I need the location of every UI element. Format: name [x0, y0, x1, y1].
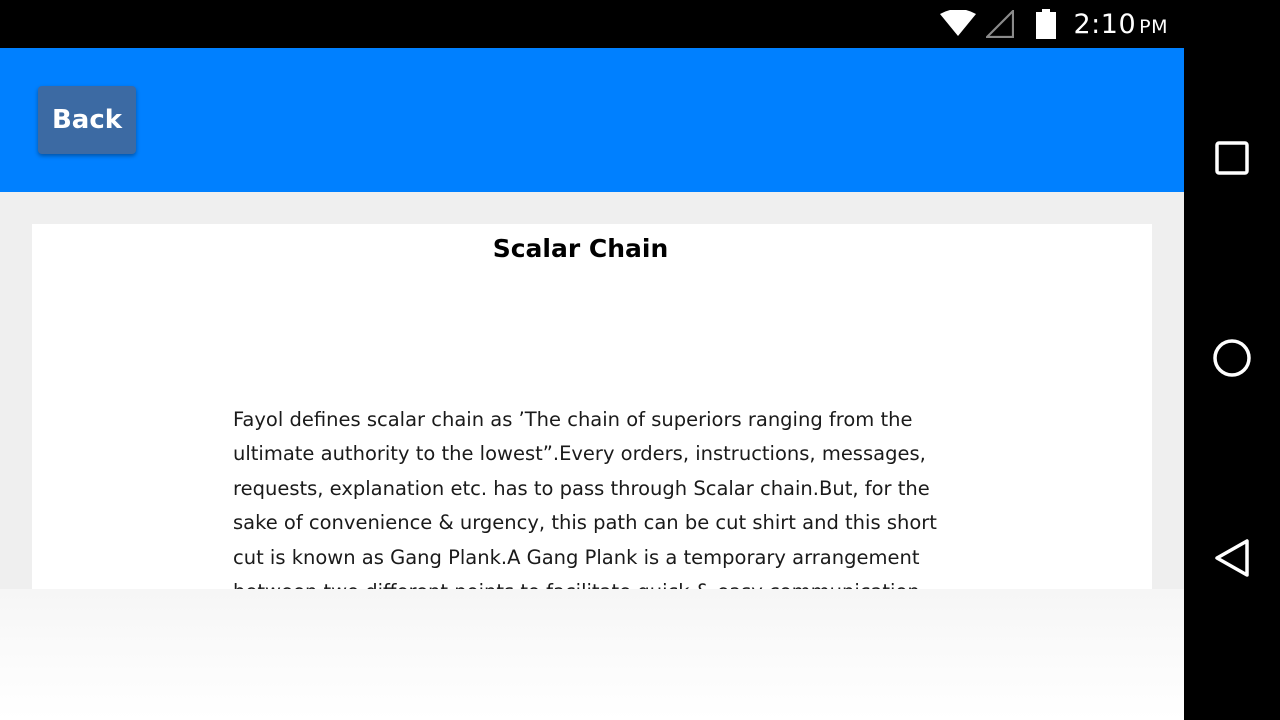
recents-icon: [1215, 140, 1249, 180]
app-toolbar: Back: [0, 48, 1184, 192]
battery-icon: [1035, 9, 1056, 39]
document-title: Scalar Chain: [492, 234, 669, 263]
blank-area: [0, 589, 1184, 720]
wifi-icon: [939, 10, 976, 38]
status-bar: 2:10 PM: [0, 0, 1184, 48]
status-icons: 2:10 PM: [939, 0, 1169, 48]
back-button[interactable]: Back: [38, 86, 136, 154]
recents-button[interactable]: [1208, 136, 1256, 184]
home-icon: [1212, 338, 1252, 383]
system-nav-bar: [1184, 0, 1280, 720]
app-screen: Back Scalar Chain Fayol defines scalar c…: [0, 48, 1184, 720]
nav-back-button[interactable]: [1208, 536, 1256, 584]
clock-ampm: PM: [1139, 15, 1168, 38]
home-button[interactable]: [1208, 336, 1256, 384]
clock-time: 2:10: [1073, 8, 1137, 40]
cellular-signal-icon: [985, 10, 1014, 38]
clock: 2:10 PM: [1074, 9, 1169, 40]
document-page[interactable]: Scalar Chain Fayol defines scalar chain …: [32, 224, 1152, 589]
document-body: Fayol defines scalar chain as ’The chain…: [233, 408, 937, 589]
back-triangle-icon: [1214, 538, 1250, 583]
